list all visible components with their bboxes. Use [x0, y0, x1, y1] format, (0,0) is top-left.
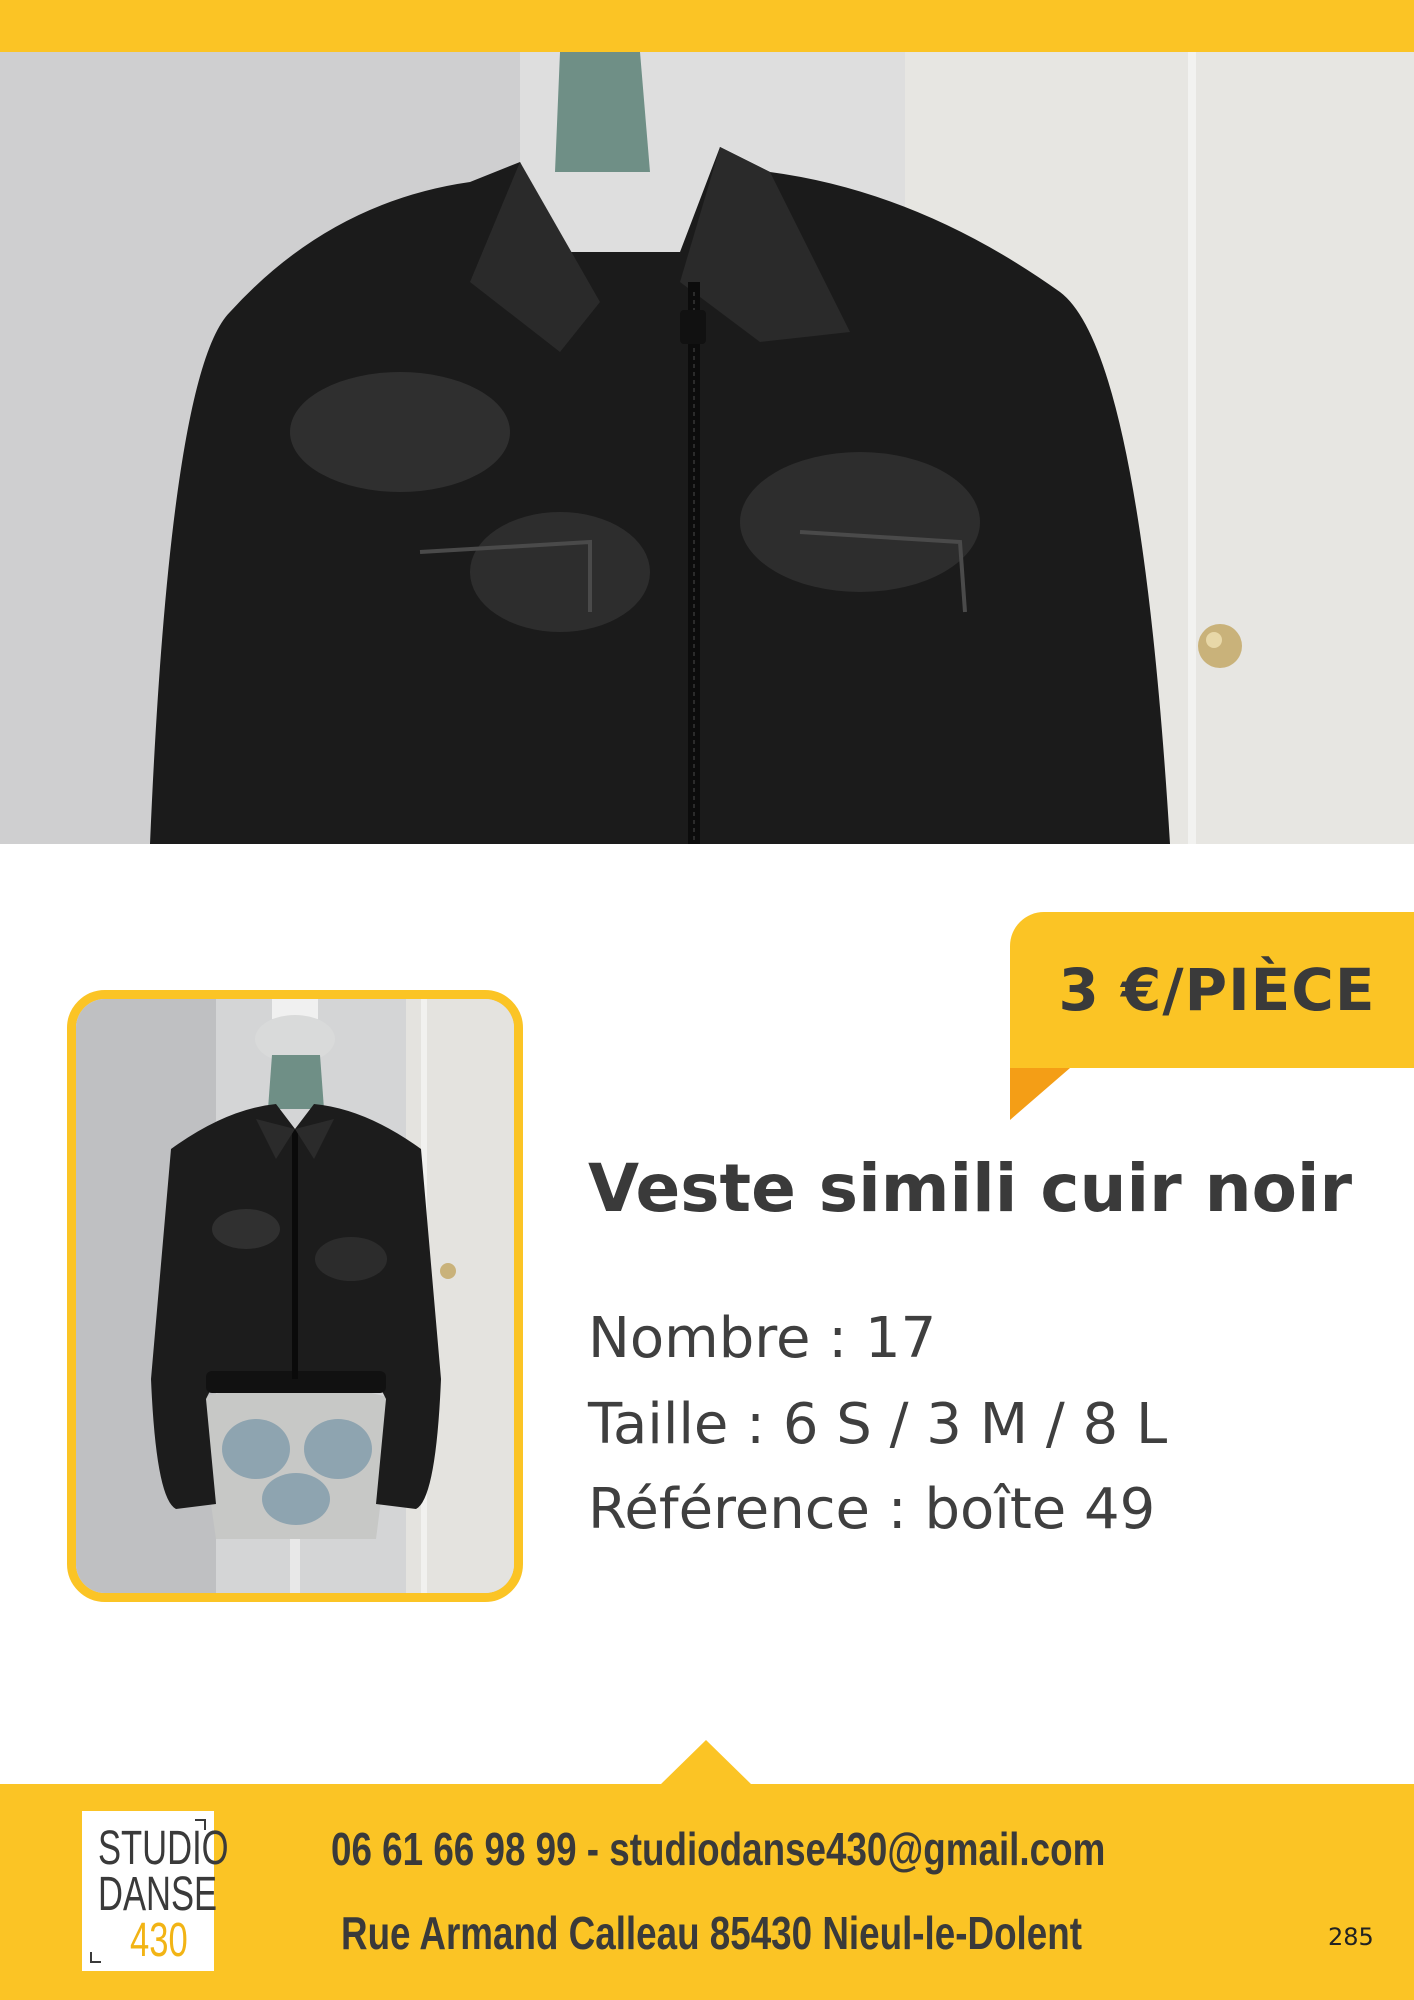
product-sizes: Taille : 6 S / 3 M / 8 L — [588, 1392, 1168, 1457]
price-tag: 3 €/PIÈCE — [1010, 912, 1414, 1068]
footer-address: Rue Armand Calleau 85430 Nieul-le-Dolent — [341, 1907, 1082, 1959]
top-band — [0, 0, 1414, 52]
price-tag-fold — [1010, 1068, 1070, 1120]
logo-line-danse: DANSE — [98, 1868, 218, 1921]
product-quantity: Nombre : 17 — [588, 1306, 937, 1371]
logo-line-430: 430 — [130, 1914, 188, 1967]
price-label: 3 €/PIÈCE — [1058, 956, 1376, 1024]
product-reference: Référence : boîte 49 — [588, 1477, 1156, 1542]
hero-photo — [0, 52, 1414, 844]
product-thumbnail — [67, 990, 523, 1602]
page-number: 285 — [1328, 1923, 1374, 1951]
logo-line-studio: STUDIO — [98, 1822, 229, 1875]
product-title: Veste simili cuir noir — [588, 1150, 1353, 1227]
footer-notch — [660, 1740, 752, 1785]
logo-corner-mark — [90, 1952, 101, 1963]
footer-contact: 06 61 66 98 99 - studiodanse430@gmail.co… — [331, 1823, 1106, 1875]
studio-danse-logo: STUDIO DANSE 430 — [82, 1811, 229, 1971]
